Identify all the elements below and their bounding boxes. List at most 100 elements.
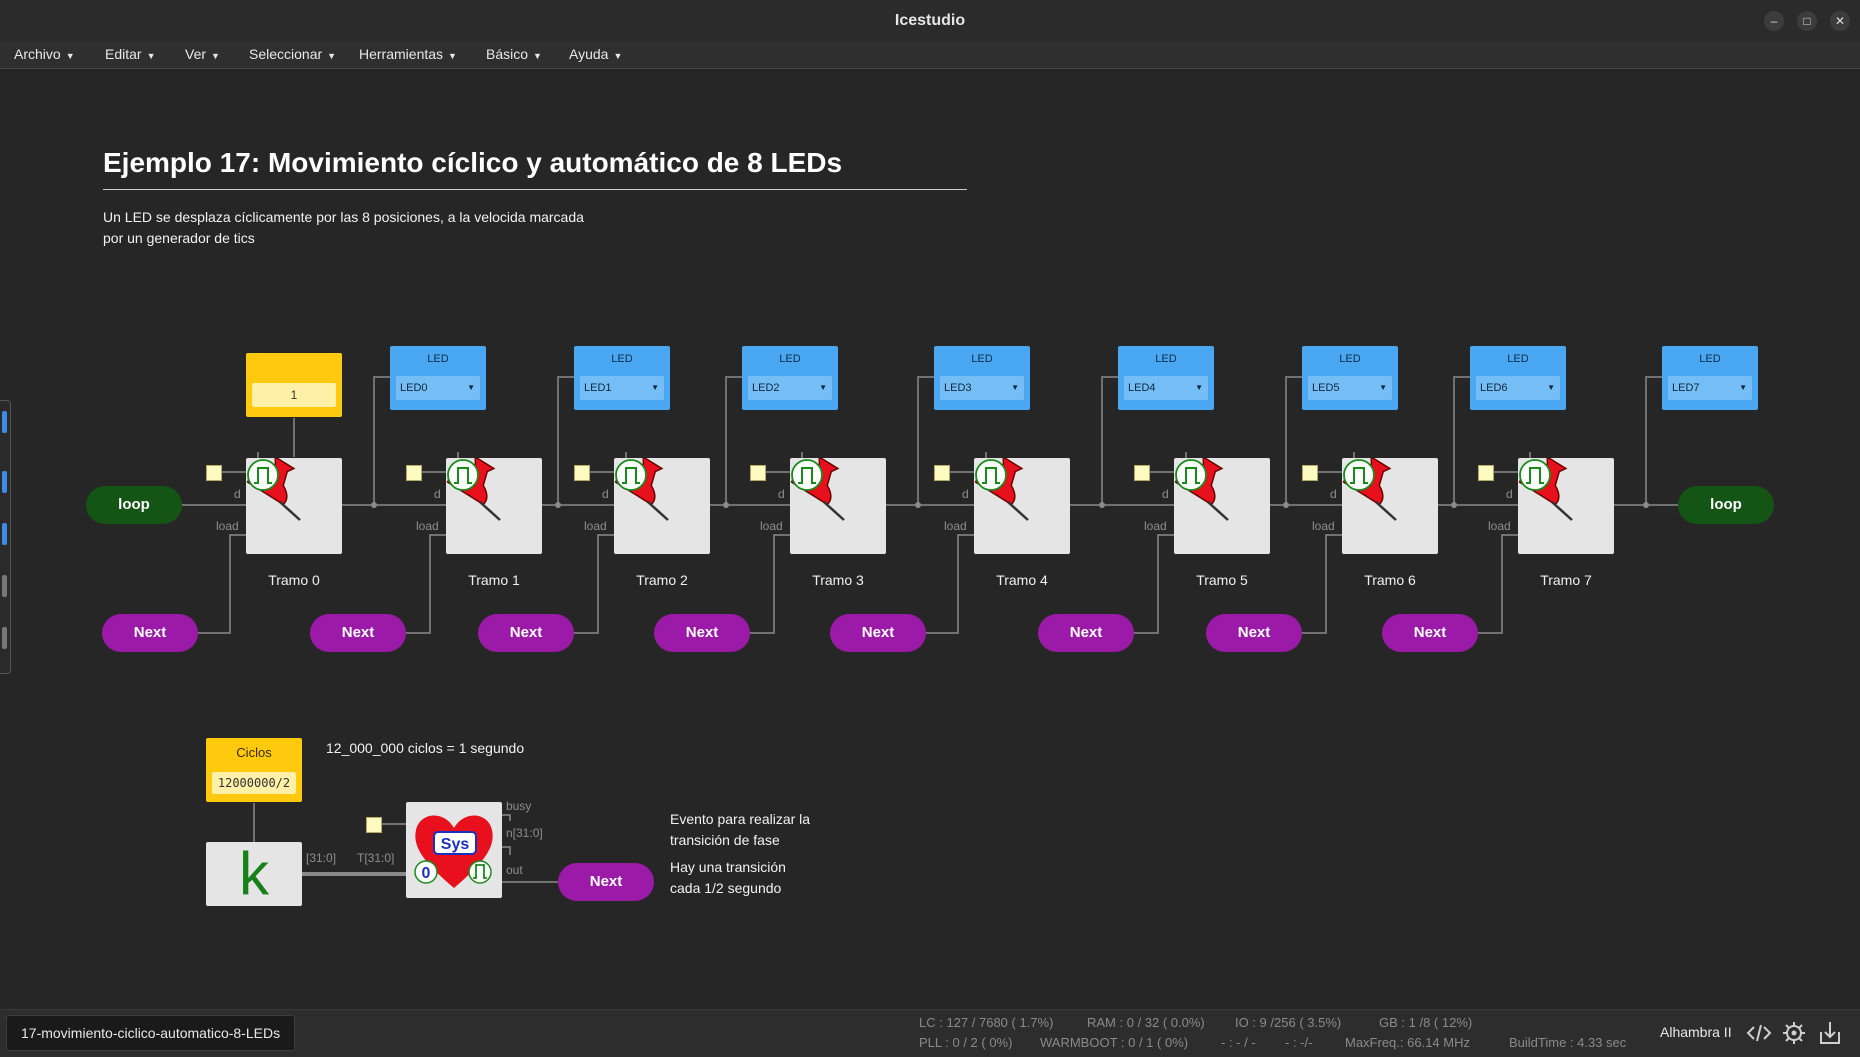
ciclos-constant-block[interactable]: Ciclos 12000000/2: [206, 738, 302, 802]
led-pin-value: LED4: [1128, 382, 1156, 394]
led-output-block-6[interactable]: LED LED6 ▼: [1470, 346, 1566, 410]
download-icon[interactable]: [1817, 1020, 1843, 1046]
led-pin-select[interactable]: LED4 ▼: [1124, 376, 1208, 400]
pulse-icon: [447, 459, 479, 491]
led-output-block-4[interactable]: LED LED4 ▼: [1118, 346, 1214, 410]
ram-usage: RAM : 0 / 32 ( 0.0%): [1087, 1015, 1205, 1030]
chevron-down-icon: ▼: [1379, 383, 1387, 392]
led-pin-value: LED0: [400, 382, 428, 394]
port-load-label: load: [416, 519, 439, 533]
menu-editar[interactable]: Editar ▼: [105, 46, 156, 62]
clock-input-icon: [406, 465, 422, 481]
next-output-pill[interactable]: Next: [558, 863, 654, 901]
constant-value: 1: [252, 383, 336, 407]
pulse-icon: [975, 459, 1007, 491]
led-output-block-7[interactable]: LED LED7 ▼: [1662, 346, 1758, 410]
tramo-block-6[interactable]: [1342, 458, 1438, 554]
led-pin-select[interactable]: LED3 ▼: [940, 376, 1024, 400]
board-selector[interactable]: Alhambra II: [1660, 1024, 1732, 1040]
loop-input-pill[interactable]: loop: [86, 486, 182, 524]
led-pin-select[interactable]: LED5 ▼: [1308, 376, 1392, 400]
code-icon[interactable]: [1746, 1020, 1772, 1046]
led-pin-select[interactable]: LED2 ▼: [748, 376, 832, 400]
design-canvas[interactable]: Ejemplo 17: Movimiento cíclico y automát…: [0, 69, 1860, 1009]
menu-archivo[interactable]: Archivo ▼: [14, 46, 75, 62]
caret-down-icon: ▼: [146, 51, 156, 61]
next-input-pill-2[interactable]: Next: [478, 614, 574, 652]
port-load-label: load: [760, 519, 783, 533]
led-output-block-3[interactable]: LED LED3 ▼: [934, 346, 1030, 410]
tramo-block-3[interactable]: [790, 458, 886, 554]
led-output-block-0[interactable]: LED LED0 ▼: [390, 346, 486, 410]
status-bar: 17-movimiento-ciclico-automatico-8-LEDs …: [0, 1009, 1860, 1057]
sys-timer-block[interactable]: Sys 0: [406, 802, 502, 898]
next-input-pill-5[interactable]: Next: [1038, 614, 1134, 652]
pulse-icon: [247, 459, 279, 491]
led-pin-select[interactable]: LED0 ▼: [396, 376, 480, 400]
tramo-block-2[interactable]: [614, 458, 710, 554]
bus-in-label: [31:0]: [306, 851, 337, 865]
led-pin-select[interactable]: LED7 ▼: [1668, 376, 1752, 400]
description-text: Un LED se desplaza cíclicamente por las …: [103, 209, 584, 246]
blank-stat-1: - : - / -: [1221, 1035, 1256, 1050]
chevron-down-icon: ▼: [1195, 383, 1203, 392]
next-input-pill-0[interactable]: Next: [102, 614, 198, 652]
tramo-block-1[interactable]: [446, 458, 542, 554]
menu-herramientas[interactable]: Herramientas ▼: [359, 46, 457, 62]
tramo-block-5[interactable]: [1174, 458, 1270, 554]
tramo-block-4[interactable]: [974, 458, 1070, 554]
sys-zero-label: 0: [422, 865, 431, 882]
loop-output-pill[interactable]: loop: [1678, 486, 1774, 524]
wire: [1453, 376, 1470, 505]
menu-basico[interactable]: Básico ▼: [486, 46, 542, 62]
led-title: LED: [1339, 353, 1361, 365]
led-pin-select[interactable]: LED1 ▼: [580, 376, 664, 400]
clock-input-icon: [750, 465, 766, 481]
chevron-down-icon: ▼: [1739, 383, 1747, 392]
tramo-label-7: Tramo 7: [1540, 572, 1592, 588]
menu-ver[interactable]: Ver ▼: [185, 46, 220, 62]
led-pin-value: LED3: [944, 382, 972, 394]
settings-gear-icon[interactable]: [1781, 1020, 1807, 1046]
pulse-icon: [615, 459, 647, 491]
chevron-down-icon: ▼: [1011, 383, 1019, 392]
close-icon[interactable]: ✕: [1830, 11, 1850, 31]
next-input-pill-7[interactable]: Next: [1382, 614, 1478, 652]
wire-junction: [1283, 502, 1289, 508]
tramo-block-0[interactable]: [246, 458, 342, 554]
menu-ayuda[interactable]: Ayuda ▼: [569, 46, 622, 62]
led-output-block-5[interactable]: LED LED5 ▼: [1302, 346, 1398, 410]
led-pin-select[interactable]: LED6 ▼: [1476, 376, 1560, 400]
clock-input-icon: [574, 465, 590, 481]
max-frequency: MaxFreq.: 66.14 MHz: [1345, 1035, 1470, 1050]
file-tab[interactable]: 17-movimiento-ciclico-automatico-8-LEDs: [6, 1015, 296, 1051]
led-pin-value: LED1: [584, 382, 612, 394]
tramo-block-7[interactable]: [1518, 458, 1614, 554]
caret-down-icon: ▼: [448, 51, 457, 61]
next-input-pill-6[interactable]: Next: [1206, 614, 1302, 652]
wire: [557, 376, 574, 505]
next-input-pill-1[interactable]: Next: [310, 614, 406, 652]
next-input-pill-4[interactable]: Next: [830, 614, 926, 652]
port-load-label: load: [1312, 519, 1335, 533]
led-output-block-1[interactable]: LED LED1 ▼: [574, 346, 670, 410]
blank-stat-2: - : -/-: [1285, 1035, 1313, 1050]
minimize-icon[interactable]: –: [1764, 11, 1784, 31]
tramo-label-0: Tramo 0: [268, 572, 320, 588]
page-title: Ejemplo 17: Movimiento cíclico y automát…: [103, 147, 843, 178]
clock-input-icon: [1478, 465, 1494, 481]
wire: [917, 376, 934, 505]
menu-seleccionar[interactable]: Seleccionar ▼: [249, 46, 336, 62]
wire: [1101, 376, 1118, 505]
wire-junction: [1451, 502, 1457, 508]
constant-block[interactable]: 1: [246, 353, 342, 417]
led-output-block-2[interactable]: LED LED2 ▼: [742, 346, 838, 410]
next-input-pill-3[interactable]: Next: [654, 614, 750, 652]
k-constant-block[interactable]: k: [206, 842, 302, 906]
port-d-label: d: [234, 487, 241, 501]
menu-bar: Archivo ▼ Editar ▼ Ver ▼ Seleccionar ▼ Herra…: [0, 42, 1860, 69]
maximize-icon[interactable]: □: [1797, 11, 1817, 31]
sys-label: Sys: [441, 836, 470, 853]
caret-down-icon: ▼: [211, 51, 220, 61]
build-time: BuildTime : 4.33 sec: [1509, 1035, 1627, 1050]
